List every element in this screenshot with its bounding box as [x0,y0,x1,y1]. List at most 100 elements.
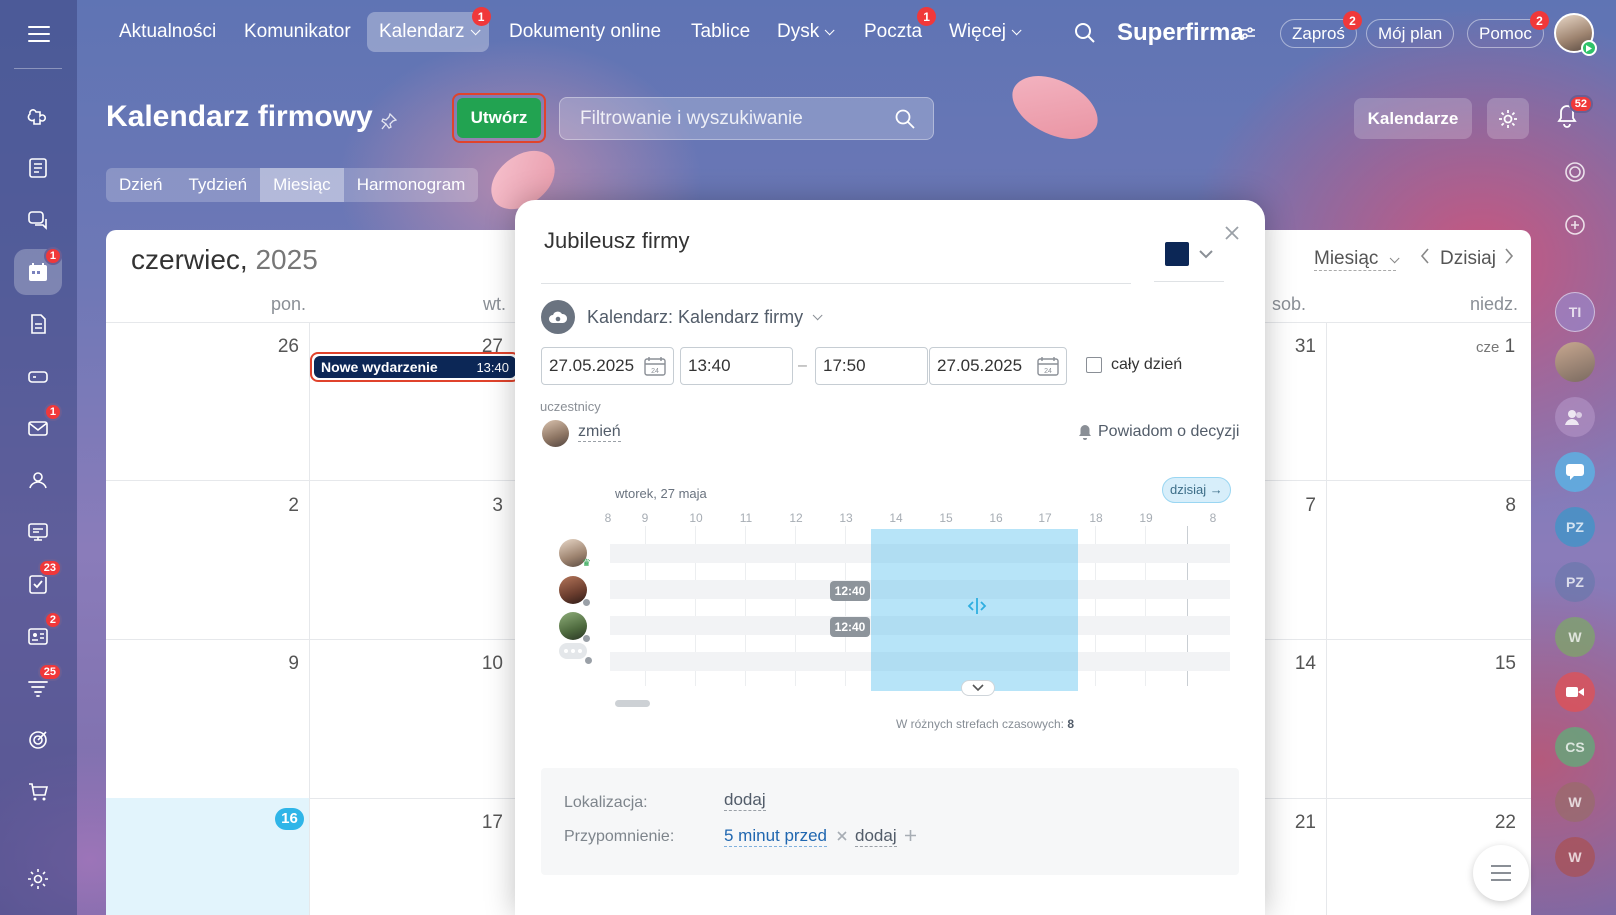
start-date-field[interactable]: 27.05.2025 24 [541,347,674,385]
brand-settings-button[interactable] [1240,25,1256,46]
calendar-event[interactable]: Nowe wydarzenie 13:40 [310,352,520,382]
search-input[interactable]: Filtrowanie i wyszukiwanie [559,97,934,140]
today-day-number[interactable]: 16 [275,808,304,830]
tab-month[interactable]: Miesiąc [260,168,344,202]
contact-avatar[interactable]: W [1555,837,1595,877]
help-button[interactable]: Pomoc 2 [1467,11,1549,48]
day-number[interactable]: 22 [1476,812,1516,834]
contact-card-icon [28,628,48,645]
contact-avatar[interactable]: CS [1555,727,1595,767]
menu-toggle[interactable] [0,0,77,67]
change-participants-link[interactable]: zmień [578,423,621,442]
my-plan-button[interactable]: Mój plan [1366,19,1455,48]
start-time-field[interactable]: 13:40 [680,347,793,385]
next-month-button[interactable] [1504,248,1514,270]
sidebar-item-news[interactable] [14,145,62,191]
calendar-selector[interactable]: Kalendarz: Kalendarz firmy [541,300,823,334]
day-number[interactable]: 26 [259,336,299,358]
reminder-value[interactable]: 5 minut przed [724,826,827,847]
sidebar-item-funnel[interactable]: 25 [14,663,62,711]
quick-menu-button[interactable] [1473,845,1529,901]
sidebar-item-crm[interactable]: 2 [14,611,62,659]
more-participants[interactable] [559,643,593,665]
copilot-icon[interactable] [1555,152,1595,192]
sidebar-item-shop[interactable] [14,769,62,815]
invite-button[interactable]: Zaproś 2 [1280,11,1362,48]
participant-avatar [542,420,569,447]
tab-day[interactable]: Dzień [106,168,175,202]
search-chat-icon[interactable] [1555,205,1595,245]
contact-avatar[interactable] [1555,342,1595,382]
nav-item-boards[interactable]: Tablice [679,12,762,52]
sidebar-item-chat[interactable] [14,197,62,243]
day-number[interactable]: 15 [1476,653,1516,675]
nav-item-messenger[interactable]: Komunikator [232,12,363,52]
sidebar-item-employees[interactable] [14,457,62,503]
resize-handle-icon[interactable] [965,597,989,620]
sidebar-item-workgroups[interactable] [14,509,62,555]
tab-schedule[interactable]: Harmonogram [344,168,479,202]
general-chat-icon[interactable] [1555,452,1595,492]
day-number[interactable]: 7 [1276,495,1316,517]
end-time-field[interactable]: 17:50 [815,347,928,385]
today-button[interactable]: Dzisiaj [1440,248,1496,270]
event-title-input[interactable]: Jubileusz firmy [544,228,689,254]
contact-avatar[interactable]: TI [1555,292,1595,332]
contact-avatar[interactable]: W [1555,617,1595,657]
plus-icon[interactable] [905,826,916,846]
group-chat-icon[interactable] [1555,397,1595,437]
crown-icon: ♛ [582,558,591,569]
day-number-first[interactable]: cze 1 [1476,336,1515,358]
tab-week[interactable]: Tydzień [175,168,260,202]
calendar-settings-button[interactable] [1487,98,1529,139]
day-number[interactable]: 3 [463,495,503,517]
nav-item-more[interactable]: Więcej [937,12,1030,52]
day-number[interactable]: 2 [259,495,299,517]
sidebar-item-mail[interactable]: 1 [14,403,62,451]
busy-time-tag: 12:40 [830,581,870,601]
day-number[interactable]: 17 [463,812,503,834]
day-number[interactable]: 31 [1276,336,1316,358]
close-button[interactable] [1225,220,1239,246]
sidebar-item-docs[interactable] [14,301,62,347]
day-number[interactable]: 14 [1276,653,1316,675]
timezones-label: W różnych strefach czasowych: [895,717,1065,731]
remove-reminder-button[interactable] [837,826,847,846]
day-number[interactable]: 21 [1276,812,1316,834]
prev-month-button[interactable] [1420,248,1430,270]
sidebar-item-goals[interactable] [14,717,62,763]
sidebar-item-drive[interactable] [14,353,62,399]
all-day-checkbox[interactable]: cały dzień [1086,356,1182,374]
video-call-icon[interactable] [1555,672,1595,712]
nav-item-documents[interactable]: Dokumenty online [497,12,673,52]
contact-avatar[interactable]: W [1555,782,1595,822]
contact-avatar[interactable]: PZ [1555,562,1595,602]
nav-item-drive[interactable]: Dysk [765,12,843,52]
view-select[interactable]: Miesiąc [1314,248,1400,271]
notify-decision-toggle[interactable]: Powiadom o decyzji [1078,423,1239,441]
nav-item-news[interactable]: Aktualności [107,12,228,52]
planner-scrollbar[interactable] [615,700,650,707]
end-date-field[interactable]: 27.05.2025 24 [929,347,1067,385]
add-location-link[interactable]: dodaj [724,790,766,811]
day-number[interactable]: 10 [463,653,503,675]
sidebar-item-calendar[interactable]: 1 [14,247,62,295]
sidebar-item-feed[interactable] [14,93,62,139]
pin-button[interactable] [381,112,398,136]
create-button[interactable]: Utwórz [452,93,546,143]
day-number[interactable]: 8 [1476,495,1516,517]
sidebar-item-tasks[interactable]: 23 [14,559,62,607]
add-reminder-link[interactable]: dodaj [855,826,897,847]
expand-button[interactable] [961,680,995,696]
day-number[interactable]: 9 [259,653,299,675]
calendars-button[interactable]: Kalendarze [1354,98,1472,139]
sidebar-item-settings[interactable] [14,856,62,902]
contact-avatar[interactable]: PZ [1555,507,1595,547]
planner-today-button[interactable]: dzisiaj → [1162,477,1231,503]
global-search-button[interactable] [1074,22,1096,49]
nav-label: Aktualności [119,21,217,42]
nav-item-mail[interactable]: Poczta 1 [852,7,937,52]
nav-item-calendar[interactable]: Kalendarz 1 [367,7,491,52]
user-avatar[interactable] [1554,13,1597,56]
nav-label: Kalendarz [379,21,465,42]
